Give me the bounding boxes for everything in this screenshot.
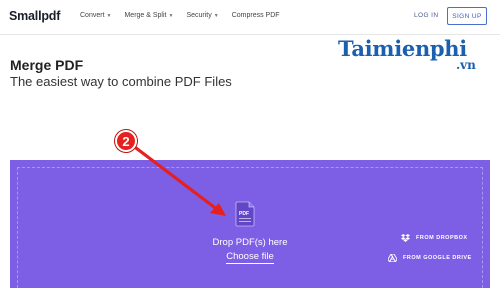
chevron-down-icon: ▼	[168, 12, 174, 19]
nav-compress-pdf-label: Compress PDF	[231, 12, 280, 19]
nav-merge-split-label: Merge & Split	[124, 12, 167, 19]
page-title: Merge PDF	[10, 57, 84, 73]
watermark-suffix: .vn	[456, 58, 476, 72]
from-dropbox-label: FROM DROPBOX	[416, 235, 468, 241]
nav-convert-label: Convert	[80, 12, 105, 19]
from-google-drive-button[interactable]: FROM GOOGLE DRIVE	[388, 254, 472, 262]
step-badge: 2	[115, 130, 137, 152]
dropbox-icon	[401, 234, 410, 242]
pdf-icon-label: PDF	[239, 211, 249, 217]
watermark-logo: Taimienphi	[338, 36, 467, 61]
pdf-file-icon: PDF	[234, 201, 256, 227]
main-nav: Convert ▼ Merge & Split ▼ Security ▼ Com…	[80, 12, 293, 19]
signup-button[interactable]: SIGN UP	[447, 7, 487, 25]
from-dropbox-button[interactable]: FROM DROPBOX	[401, 234, 468, 242]
nav-security-label: Security	[186, 12, 212, 19]
choose-file-label: Choose file	[226, 251, 274, 264]
login-link[interactable]: LOG IN	[414, 12, 438, 19]
nav-security[interactable]: Security ▼	[186, 12, 218, 19]
google-drive-icon	[388, 254, 397, 262]
nav-compress-pdf[interactable]: Compress PDF	[232, 12, 280, 19]
smallpdf-logo[interactable]: Smallpdf	[9, 9, 60, 23]
chevron-down-icon: ▼	[106, 12, 112, 19]
top-header: Smallpdf Convert ▼ Merge & Split ▼ Secur…	[0, 0, 500, 35]
from-google-drive-label: FROM GOOGLE DRIVE	[403, 255, 472, 261]
nav-convert[interactable]: Convert ▼	[80, 12, 111, 19]
drop-zone-border	[17, 167, 483, 288]
chevron-down-icon: ▼	[213, 12, 219, 19]
choose-file-button[interactable]: Choose file	[190, 251, 310, 264]
drop-instruction: Drop PDF(s) here	[212, 237, 288, 248]
page-subtitle: The easiest way to combine PDF Files	[10, 74, 232, 89]
nav-merge-split[interactable]: Merge & Split ▼	[124, 12, 173, 19]
